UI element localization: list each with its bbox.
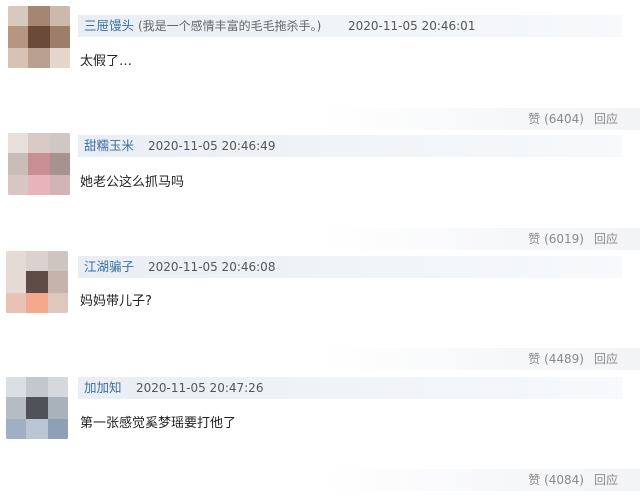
reply-button[interactable]: 回应 <box>594 232 618 246</box>
reply-button[interactable]: 回应 <box>594 112 618 126</box>
comment-header: 甜糯玉米 2020-11-05 20:46:49 <box>78 135 622 157</box>
timestamp: 2020-11-05 20:46:08 <box>148 260 276 274</box>
comment-actions: 赞 (4084) 回应 <box>528 472 618 488</box>
like-button[interactable]: 赞 (4489) <box>528 352 584 366</box>
username-label[interactable]: 江湖骗子 <box>84 259 134 274</box>
comment-text: 太假了… <box>80 54 133 69</box>
reply-button[interactable]: 回应 <box>594 473 618 487</box>
like-label: 赞 <box>528 232 541 246</box>
comment-header: 江湖骗子 2020-11-05 20:46:08 <box>78 256 622 278</box>
like-label: 赞 <box>528 112 541 126</box>
like-count: (6404) <box>544 112 584 126</box>
comment-text: 她老公这么抓马吗 <box>80 175 185 190</box>
avatar[interactable] <box>8 6 70 68</box>
like-count: (6019) <box>544 232 584 246</box>
comment-item: 江湖骗子 2020-11-05 20:46:08 妈妈带儿子? 赞 (4489)… <box>0 250 640 370</box>
like-button[interactable]: 赞 (6019) <box>528 232 584 246</box>
avatar[interactable] <box>8 133 70 195</box>
comment-header: 三屉馒头 (我是一个感情丰富的毛毛拖杀手。) 2020-11-05 20:46:… <box>78 15 622 37</box>
comment-actions: 赞 (6404) 回应 <box>528 111 618 127</box>
like-label: 赞 <box>528 352 541 366</box>
comment-text: 第一张感觉奚梦瑶要打他了 <box>80 416 237 431</box>
username[interactable]: 加加知 <box>84 380 122 396</box>
like-count: (4084) <box>544 473 584 487</box>
comment-text: 妈妈带儿子? <box>80 294 152 309</box>
reply-button[interactable]: 回应 <box>594 352 618 366</box>
avatar[interactable] <box>6 377 68 439</box>
comment-item: 三屉馒头 (我是一个感情丰富的毛毛拖杀手。) 2020-11-05 20:46:… <box>0 0 640 130</box>
like-label: 赞 <box>528 473 541 487</box>
timestamp: 2020-11-05 20:46:01 <box>348 19 476 33</box>
comment-item: 甜糯玉米 2020-11-05 20:46:49 她老公这么抓马吗 赞 (601… <box>0 128 640 250</box>
username[interactable]: 江湖骗子 <box>84 259 134 275</box>
timestamp: 2020-11-05 20:46:49 <box>148 139 276 153</box>
comment-actions: 赞 (6019) 回应 <box>528 231 618 247</box>
like-button[interactable]: 赞 (6404) <box>528 112 584 126</box>
like-button[interactable]: 赞 (4084) <box>528 473 584 487</box>
like-count: (4489) <box>544 352 584 366</box>
username-label[interactable]: 甜糯玉米 <box>84 138 134 153</box>
username-label[interactable]: 加加知 <box>84 380 122 395</box>
username[interactable]: 甜糯玉米 <box>84 138 134 154</box>
user-bio: (我是一个感情丰富的毛毛拖杀手。) <box>138 19 322 33</box>
username-label[interactable]: 三屉馒头 <box>84 18 134 33</box>
comment-header: 加加知 2020-11-05 20:47:26 <box>78 377 622 399</box>
username[interactable]: 三屉馒头 (我是一个感情丰富的毛毛拖杀手。) <box>84 18 321 34</box>
comment-item: 加加知 2020-11-05 20:47:26 第一张感觉奚梦瑶要打他了 赞 (… <box>0 372 640 495</box>
comment-actions: 赞 (4489) 回应 <box>528 351 618 367</box>
avatar[interactable] <box>6 251 68 313</box>
timestamp: 2020-11-05 20:47:26 <box>136 381 264 395</box>
